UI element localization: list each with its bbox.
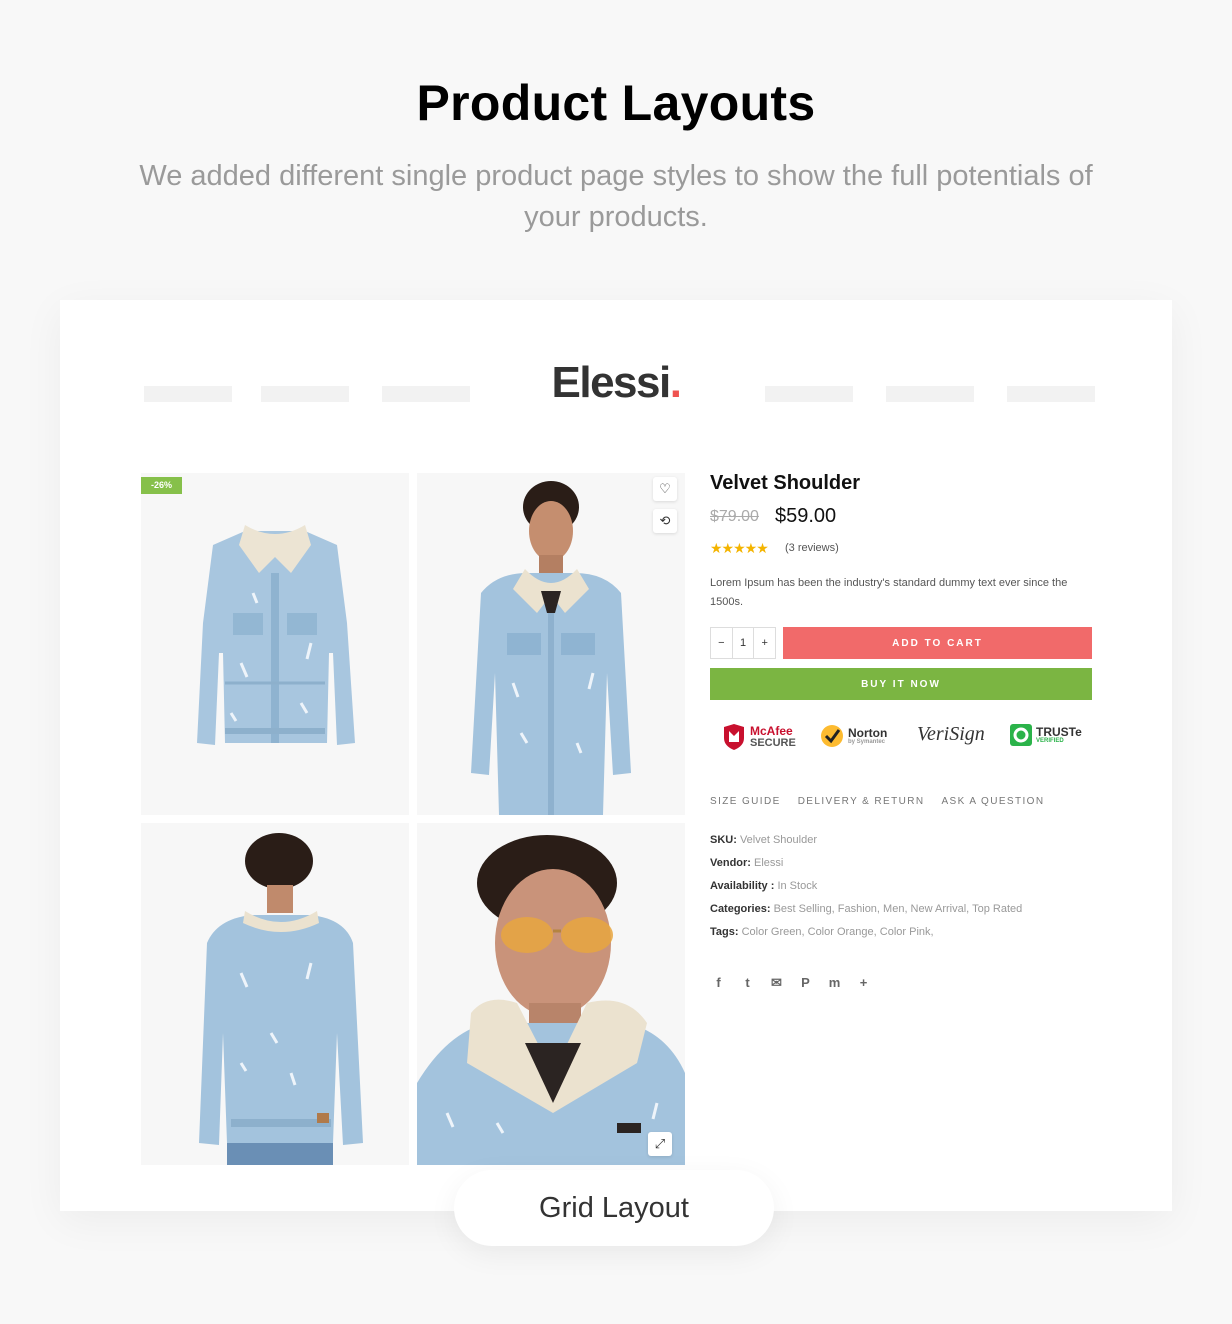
rating-stars-icon: ★★★★★ [710,540,769,556]
nav-placeholder-5[interactable] [886,386,974,402]
model-closeup-illustration [417,835,685,1165]
product-image-jacket-front[interactable] [141,473,409,815]
buy-now-button[interactable]: BUY IT NOW [710,668,1092,700]
meta-tags: Tags: Color Green, Color Orange, Color P… [710,926,934,938]
verisign-badge: VeriSign [917,723,985,745]
qty-plus-button[interactable]: + [753,628,775,658]
model-back-illustration [199,833,363,1165]
norton-check-icon [821,725,843,747]
nav-placeholder-6[interactable] [1007,386,1095,402]
tab-size-guide[interactable]: SIZE GUIDE [710,796,781,807]
hero-title: Product Layouts [416,75,816,131]
quantity-stepper[interactable]: − 1 + [710,627,776,659]
truste-seal-icon [1010,724,1032,746]
product-image-model-front[interactable] [417,473,685,815]
current-price: $59.00 [775,505,837,527]
add-to-cart-button[interactable]: ADD TO CART [783,627,1092,659]
product-description: Lorem Ipsum has been the industry's stan… [710,577,1068,608]
meta-sku: SKU: Velvet Shoulder [710,834,818,846]
facebook-icon[interactable]: f [710,974,727,991]
mcafee-badge: McAfee SECURE [722,724,796,750]
jacket-front-illustration [197,525,355,745]
product-title: Velvet Shoulder [710,472,861,494]
product-image-model-closeup[interactable] [417,823,685,1165]
categories-links[interactable]: Best Selling, Fashion, Men, New Arrival,… [774,903,1023,915]
more-share-icon[interactable]: + [855,974,872,991]
tab-ask-question[interactable]: ASK A QUESTION [941,796,1044,807]
compare-icon[interactable]: ⟲ [653,509,677,533]
product-page-preview: Elessi. -26% ♡ ⟲ ⤢ Velvet Shoulder $79.0… [60,300,1172,1211]
hero-subtitle: We added different single product page s… [139,160,1093,233]
meta-vendor: Vendor: Elessi [710,857,784,869]
email-icon[interactable]: ✉ [768,974,785,991]
product-info-tabs: SIZE GUIDE DELIVERY & RETURN ASK A QUEST… [710,796,1044,807]
product-image-model-back[interactable] [141,823,409,1165]
wishlist-heart-icon[interactable]: ♡ [653,477,677,501]
product-meta: SKU: Velvet Shoulder Vendor: Elessi Avai… [710,829,1022,944]
vendor-link[interactable]: Elessi [754,857,783,869]
store-logo[interactable]: Elessi. [60,358,1172,408]
discount-badge: -26% [141,477,182,494]
pinterest-icon[interactable]: P [797,974,814,991]
twitter-icon[interactable]: t [739,974,756,991]
mcafee-shield-icon [724,724,744,750]
messenger-icon[interactable]: m [826,974,843,991]
meta-categories: Categories: Best Selling, Fashion, Men, … [710,903,1023,915]
reviews-link[interactable]: (3 reviews) [785,542,839,554]
social-share: f t ✉ P m + [710,974,872,991]
meta-availability: Availability : In Stock [710,880,818,892]
truste-badge: TRUSTe VERIFIED [1010,724,1082,746]
expand-icon[interactable]: ⤢ [648,1132,672,1156]
qty-value[interactable]: 1 [731,628,754,658]
nav-placeholder-4[interactable] [765,386,853,402]
old-price: $79.00 [710,508,759,525]
layout-label-pill: Grid Layout [454,1170,774,1246]
tags-links[interactable]: Color Green, Color Orange, Color Pink, [742,926,934,938]
tab-delivery-return[interactable]: DELIVERY & RETURN [798,796,925,807]
model-front-illustration [471,481,631,815]
qty-minus-button[interactable]: − [711,628,732,658]
norton-badge: Norton by Symantec [820,724,887,748]
